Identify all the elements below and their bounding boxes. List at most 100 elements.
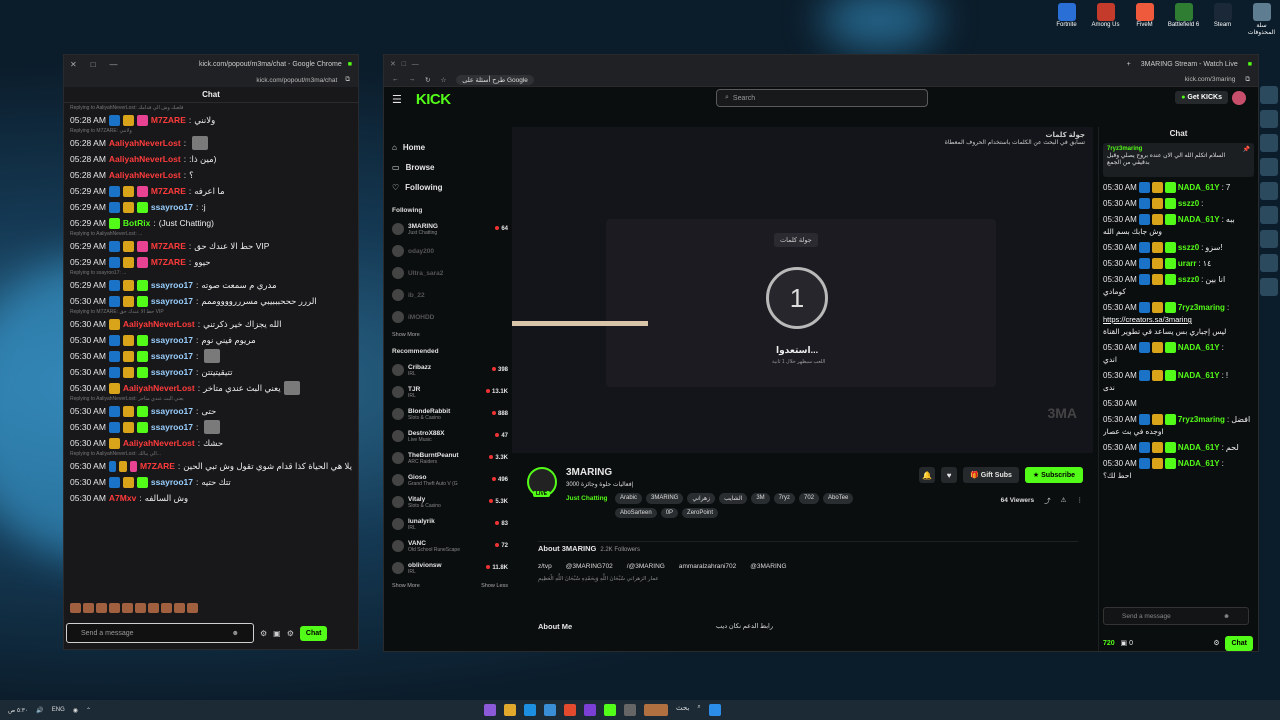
search-icon[interactable]: ⌕	[697, 704, 700, 716]
stream-tag[interactable]: AboTee	[823, 493, 854, 504]
message-username[interactable]: ssayroo17	[151, 351, 193, 361]
support-link-heading[interactable]: رابط الدعم نكان ديب	[716, 622, 773, 630]
chat-message[interactable]: 05:30 AM AaliyahNeverLost: الله يجزاك خير …	[70, 316, 352, 332]
app-icon[interactable]	[484, 704, 496, 716]
message-username[interactable]: NADA_61Y	[1178, 183, 1220, 192]
chat-message[interactable]: 05:30 AM NADA_61Y: لحم	[1103, 439, 1254, 455]
channel-item[interactable]: oday200	[392, 240, 508, 262]
pinned-message[interactable]: 7ryz3maring 📌 السلام اتكلم الله الي الان…	[1103, 143, 1254, 177]
message-username[interactable]: ssayroo17	[151, 422, 193, 432]
chat-message[interactable]: 05:29 AM M7ZARE: حيوو	[70, 254, 352, 270]
back-icon[interactable]: ←	[392, 76, 399, 83]
message-username[interactable]: NADA_61Y	[1178, 215, 1220, 224]
chat-message[interactable]: 05:30 AM A7Mxv: وش السالفه	[70, 490, 352, 506]
app-icon[interactable]	[544, 704, 556, 716]
bookmark-icon[interactable]: ☆	[440, 76, 446, 84]
social-link[interactable]: @3MARING702	[566, 563, 613, 570]
stream-tag[interactable]: 702	[799, 493, 820, 504]
message-username[interactable]: AaliyahNeverLost	[109, 170, 181, 180]
share-icon[interactable]: ⤴	[1044, 495, 1051, 505]
message-username[interactable]: ssayroo17	[151, 296, 193, 306]
user-avatar[interactable]	[1232, 91, 1246, 105]
taskbar-search[interactable]: بحث	[676, 704, 689, 716]
menu-icon[interactable]: ☰	[392, 93, 402, 106]
chat-message[interactable]: 05:30 AM	[1103, 395, 1254, 411]
stream-tag[interactable]: AboSarteen	[615, 508, 657, 518]
browser-tab[interactable]: 3MARING Stream - Watch Live	[1141, 61, 1238, 68]
show-more-link[interactable]: Show More	[392, 332, 508, 338]
folder-icon[interactable]	[504, 704, 516, 716]
minimize-icon[interactable]: —	[110, 60, 118, 69]
wifi-icon[interactable]: ◉	[73, 707, 78, 714]
message-username[interactable]: NADA_61Y	[1178, 443, 1220, 452]
message-username[interactable]: sszz0	[1178, 275, 1199, 284]
message-username[interactable]: AaliyahNeverLost	[123, 319, 195, 329]
message-username[interactable]: ssayroo17	[151, 335, 193, 345]
video-player[interactable]: جولة كلمات تسابق في البحث عن الكلمات باس…	[512, 127, 1093, 453]
channel-item[interactable]: BlondeRabbit Slots & Casino 888	[392, 403, 508, 425]
chat-message[interactable]: 05:30 AM 7ryz3maring:	[1103, 299, 1254, 315]
chevron-up-icon[interactable]: ⌃	[86, 707, 91, 714]
chat-message[interactable]: 05:30 AM ssayroo17: مريوم فيني نوم	[70, 332, 352, 348]
social-link[interactable]: /@3MARING	[627, 563, 665, 570]
streamer-name[interactable]: 3MARING	[566, 467, 612, 478]
chat-message[interactable]: 05:28 AM AaliyahNeverLost::مين ذا)	[70, 151, 352, 167]
chat-send-button[interactable]: Chat	[1225, 636, 1253, 651]
chat-messages[interactable]: Replying to AaliyahNeverLost: قلعبك وش ا…	[64, 103, 358, 601]
channel-item[interactable]: Cribazz IRL 398	[392, 359, 508, 381]
message-username[interactable]: M7ZARE	[151, 257, 186, 267]
message-username[interactable]: NADA_61Y	[1178, 371, 1220, 380]
channel-item[interactable]: TheBurntPeanut ARC Raiders 3.3K	[392, 447, 508, 469]
app-icon[interactable]	[584, 704, 596, 716]
message-username[interactable]: AaliyahNeverLost	[123, 438, 195, 448]
stream-tag[interactable]: 3MARING	[646, 493, 684, 504]
stream-tag[interactable]: ZeroPoint	[682, 508, 719, 518]
social-link[interactable]: ammaralzahrani702	[679, 563, 736, 570]
report-icon[interactable]: ⚠	[1061, 496, 1067, 504]
message-username[interactable]: 7ryz3maring	[1178, 415, 1225, 424]
window-controls[interactable]: ✕ □ —	[390, 60, 419, 68]
chat-message[interactable]: 05:30 AM NADA_61Y:!	[1103, 367, 1254, 383]
google-ask-button[interactable]: طرح أسئلة على Google	[456, 74, 534, 85]
message-username[interactable]: 7ryz3maring	[1178, 303, 1225, 312]
stream-tag[interactable]: زهراني	[687, 493, 716, 504]
stream-tag[interactable]: 7ryz	[773, 493, 796, 504]
desktop-icon[interactable]: Fortnite	[1048, 2, 1085, 36]
settings-link-icon[interactable]: ⚙	[260, 629, 267, 638]
channel-item[interactable]: lunalyrik IRL 83	[392, 513, 508, 535]
message-username[interactable]: AaliyahNeverLost	[123, 383, 195, 393]
gift-icon[interactable]: ▣	[273, 629, 281, 638]
stream-category[interactable]: Just Chatting	[566, 495, 608, 502]
chat-message[interactable]: 05:30 AM M7ZARE: يلا هي الحياة كذا قدام شو…	[70, 458, 352, 474]
close-icon[interactable]: ✕	[70, 60, 77, 69]
channel-item[interactable]: DestroX88X Live Music 47	[392, 425, 508, 447]
channel-item[interactable]: Ultra_sara2	[392, 262, 508, 284]
forward-icon[interactable]: →	[409, 76, 416, 83]
subscribe-button[interactable]: ★ Subscribe	[1024, 467, 1083, 483]
stream-tag[interactable]: 3M	[751, 493, 770, 504]
chat-message[interactable]: 05:30 AM ssayroo17: تتيقيتيتتن	[70, 364, 352, 380]
message-username[interactable]: ssayroo17	[151, 406, 193, 416]
message-username[interactable]: BotRix	[123, 218, 150, 228]
chat-message[interactable]: 05:30 AM sszz0: سزو!	[1103, 239, 1254, 255]
message-username[interactable]: A7Mxv	[109, 493, 136, 503]
emoji-icon[interactable]: ☻	[232, 630, 239, 637]
message-username[interactable]: ssayroo17	[151, 280, 193, 290]
social-link[interactable]: @3MARING	[750, 563, 786, 570]
chat-message[interactable]: 05:30 AM ssayroo17:	[70, 419, 352, 435]
stream-tag[interactable]: 0P	[660, 508, 679, 518]
chat-message[interactable]: 05:30 AM AaliyahNeverLost: حشك	[70, 435, 352, 451]
extensions-icon[interactable]: ⧉	[1245, 76, 1250, 84]
chat-message[interactable]: 05:30 AM ssayroo17: حتى	[70, 403, 352, 419]
message-input[interactable]: Send a message ☻	[66, 623, 254, 643]
new-tab-icon[interactable]: +	[1127, 61, 1131, 68]
show-more-link[interactable]: Show More	[392, 583, 420, 589]
message-username[interactable]: ssayroo17	[151, 202, 193, 212]
channel-item[interactable]: iMOHDD	[392, 306, 508, 328]
chat-message[interactable]: 05:30 AM NADA_61Y:	[1103, 455, 1254, 471]
chat-message[interactable]: 05:30 AM 7ryz3maring: افضل	[1103, 411, 1254, 427]
message-username[interactable]: M7ZARE	[151, 115, 186, 125]
message-username[interactable]: AaliyahNeverLost	[109, 138, 181, 148]
bell-icon[interactable]: 🔔	[919, 467, 936, 483]
url-text[interactable]: kick.com/popout/m3ma/chat	[256, 77, 337, 84]
